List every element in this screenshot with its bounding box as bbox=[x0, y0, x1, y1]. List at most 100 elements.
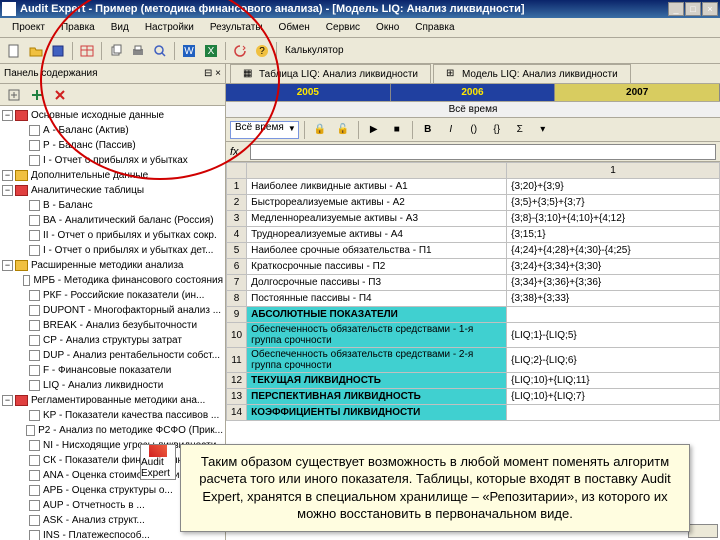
copy-button[interactable] bbox=[106, 41, 126, 61]
row-value-cell[interactable] bbox=[507, 405, 720, 421]
tab-model[interactable]: ⊞Модель LIQ: Анализ ликвидности bbox=[433, 64, 631, 83]
row-name-cell[interactable]: Быстрореализуемые активы - А2 bbox=[247, 195, 507, 211]
tree-toggle-icon[interactable]: − bbox=[2, 110, 13, 121]
menu-edit[interactable]: Правка bbox=[53, 20, 103, 35]
play-button[interactable]: ▶ bbox=[364, 120, 384, 140]
period-dropdown[interactable]: Всё время bbox=[230, 121, 299, 139]
table-row[interactable]: 14КОЭФФИЦИЕНТЫ ЛИКВИДНОСТИ bbox=[227, 405, 720, 421]
row-value-cell[interactable]: {LIQ;10}+{LIQ;7} bbox=[507, 389, 720, 405]
row-value-cell[interactable]: {3;34}+{3;36}+{3;36} bbox=[507, 275, 720, 291]
tree-item[interactable]: KP - Показатели качества пассивов ... bbox=[2, 408, 223, 423]
tree-toggle-icon[interactable]: − bbox=[2, 395, 13, 406]
table-row[interactable]: 10Обеспеченность обязательств средствами… bbox=[227, 323, 720, 348]
row-name-cell[interactable]: Обеспеченность обязательств средствами -… bbox=[247, 323, 507, 348]
row-value-cell[interactable]: {LIQ;2}-{LIQ;6} bbox=[507, 348, 720, 373]
row-name-cell[interactable]: Наиболее ликвидные активы - А1 bbox=[247, 179, 507, 195]
word-button[interactable]: W bbox=[179, 41, 199, 61]
row-name-cell[interactable]: Труднореализуемые активы - А4 bbox=[247, 227, 507, 243]
sidebar-dock-btns[interactable]: ⊟ × bbox=[204, 68, 221, 79]
close-button[interactable]: × bbox=[702, 2, 718, 16]
row-value-cell[interactable]: {LIQ;10}+{LIQ;11} bbox=[507, 373, 720, 389]
row-name-cell[interactable]: Долгосрочные пассивы - П3 bbox=[247, 275, 507, 291]
row-name-cell[interactable]: АБСОЛЮТНЫЕ ПОКАЗАТЕЛИ bbox=[247, 307, 507, 323]
row-name-cell[interactable]: Постоянные пассивы - П4 bbox=[247, 291, 507, 307]
braces-button[interactable]: {} bbox=[487, 120, 507, 140]
table-row[interactable]: 9АБСОЛЮТНЫЕ ПОКАЗАТЕЛИ bbox=[227, 307, 720, 323]
tree-item[interactable]: −Расширенные методики анализа bbox=[2, 258, 223, 273]
tree-item[interactable]: ВА - Аналитический баланс (Россия) bbox=[2, 213, 223, 228]
row-value-cell[interactable]: {3;24}+{3;34}+{3;30} bbox=[507, 259, 720, 275]
maximize-button[interactable]: □ bbox=[685, 2, 701, 16]
row-name-cell[interactable]: ПЕРСПЕКТИВНАЯ ЛИКВИДНОСТЬ bbox=[247, 389, 507, 405]
table-row[interactable]: 5Наиболее срочные обязательства - П1{4;2… bbox=[227, 243, 720, 259]
tree-item[interactable]: BREAK - Анализ безубыточности bbox=[2, 318, 223, 333]
tree-item[interactable]: F - Финансовые показатели bbox=[2, 363, 223, 378]
italic-button[interactable]: I bbox=[441, 120, 461, 140]
unlock-button[interactable]: 🔓 bbox=[333, 120, 353, 140]
tree-item[interactable]: А - Баланс (Актив) bbox=[2, 123, 223, 138]
table-row[interactable]: 11Обеспеченность обязательств средствами… bbox=[227, 348, 720, 373]
row-value-cell[interactable]: {3;8}-{3;10}+{4;10}+{4;12} bbox=[507, 211, 720, 227]
save-button[interactable] bbox=[48, 41, 68, 61]
table-button[interactable] bbox=[77, 41, 97, 61]
sum-button[interactable]: Σ bbox=[510, 120, 530, 140]
calculator-label[interactable]: Калькулятор bbox=[281, 45, 348, 56]
row-value-cell[interactable] bbox=[507, 307, 720, 323]
row-name-cell[interactable]: Медленнореализуемые активы - А3 bbox=[247, 211, 507, 227]
menu-service[interactable]: Сервис bbox=[318, 20, 368, 35]
tree-item[interactable]: Р2 - Анализ по методике ФСФО (Прик... bbox=[2, 423, 223, 438]
table-row[interactable]: 4Труднореализуемые активы - А4{3;15;1} bbox=[227, 227, 720, 243]
table-row[interactable]: 13ПЕРСПЕКТИВНАЯ ЛИКВИДНОСТЬ{LIQ;10}+{LIQ… bbox=[227, 389, 720, 405]
tree-toggle-icon[interactable]: − bbox=[2, 260, 13, 271]
row-value-cell[interactable]: {3;5}+{3;5}+{3;7} bbox=[507, 195, 720, 211]
col-header-1[interactable]: 1 bbox=[507, 163, 720, 179]
refresh-button[interactable] bbox=[230, 41, 250, 61]
row-name-cell[interactable]: Наиболее срочные обязательства - П1 bbox=[247, 243, 507, 259]
menu-exchange[interactable]: Обмен bbox=[271, 20, 318, 35]
tree-item[interactable]: −Аналитические таблицы bbox=[2, 183, 223, 198]
row-name-cell[interactable]: Краткосрочные пассивы - П2 bbox=[247, 259, 507, 275]
bold-button[interactable]: B bbox=[418, 120, 438, 140]
tree-item[interactable]: LIQ - Анализ ликвидности bbox=[2, 378, 223, 393]
menu-results[interactable]: Результаты bbox=[202, 20, 271, 35]
tree-item[interactable]: −Регламентированные методики ана... bbox=[2, 393, 223, 408]
table-row[interactable]: 8Постоянные пассивы - П4{3;38}+{3;33} bbox=[227, 291, 720, 307]
tree-delete-button[interactable] bbox=[50, 85, 70, 105]
row-value-cell[interactable]: {LIQ;1}-{LIQ;5} bbox=[507, 323, 720, 348]
menu-project[interactable]: Проект bbox=[4, 20, 53, 35]
row-name-cell[interactable]: Обеспеченность обязательств средствами -… bbox=[247, 348, 507, 373]
formula-input[interactable] bbox=[250, 144, 716, 160]
tree-item[interactable]: РКF - Российские показатели (ин... bbox=[2, 288, 223, 303]
tab-table[interactable]: ▦Таблица LIQ: Анализ ликвидности bbox=[230, 64, 431, 83]
menu-help[interactable]: Справка bbox=[407, 20, 462, 35]
new-button[interactable] bbox=[4, 41, 24, 61]
year-2006[interactable]: 2006 bbox=[391, 84, 556, 101]
print-button[interactable] bbox=[128, 41, 148, 61]
tree-item[interactable]: DUP - Анализ рентабельности собст... bbox=[2, 348, 223, 363]
stop-button[interactable]: ■ bbox=[387, 120, 407, 140]
row-value-cell[interactable]: {3;38}+{3;33} bbox=[507, 291, 720, 307]
tree-toggle-icon[interactable]: − bbox=[2, 170, 13, 181]
lock-button[interactable]: 🔒 bbox=[310, 120, 330, 140]
table-row[interactable]: 1Наиболее ликвидные активы - А1{3;20}+{3… bbox=[227, 179, 720, 195]
more-button[interactable]: ▾ bbox=[533, 120, 553, 140]
table-row[interactable]: 6Краткосрочные пассивы - П2{3;24}+{3;34}… bbox=[227, 259, 720, 275]
tree-item[interactable]: I - Отчет о прибылях и убытках дет... bbox=[2, 243, 223, 258]
paren-button[interactable]: () bbox=[464, 120, 484, 140]
menu-window[interactable]: Окно bbox=[368, 20, 407, 35]
open-button[interactable] bbox=[26, 41, 46, 61]
minimize-button[interactable]: _ bbox=[668, 2, 684, 16]
tree-toggle-icon[interactable]: − bbox=[2, 185, 13, 196]
tree-expand-button[interactable] bbox=[4, 85, 24, 105]
tree-item[interactable]: CР - Анализ структуры затрат bbox=[2, 333, 223, 348]
preview-button[interactable] bbox=[150, 41, 170, 61]
row-value-cell[interactable]: {4;24}+{4;28}+{4;30}-{4;25} bbox=[507, 243, 720, 259]
tree-item[interactable]: Р - Баланс (Пассив) bbox=[2, 138, 223, 153]
tree-item[interactable]: В - Баланс bbox=[2, 198, 223, 213]
row-value-cell[interactable]: {3;20}+{3;9} bbox=[507, 179, 720, 195]
data-grid[interactable]: 1 1Наиболее ликвидные активы - А1{3;20}+… bbox=[226, 162, 720, 421]
row-name-cell[interactable]: КОЭФФИЦИЕНТЫ ЛИКВИДНОСТИ bbox=[247, 405, 507, 421]
table-row[interactable]: 2Быстрореализуемые активы - А2{3;5}+{3;5… bbox=[227, 195, 720, 211]
year-2005[interactable]: 2005 bbox=[226, 84, 391, 101]
tree-item[interactable]: II - Отчет о прибылях и убытках сокр. bbox=[2, 228, 223, 243]
